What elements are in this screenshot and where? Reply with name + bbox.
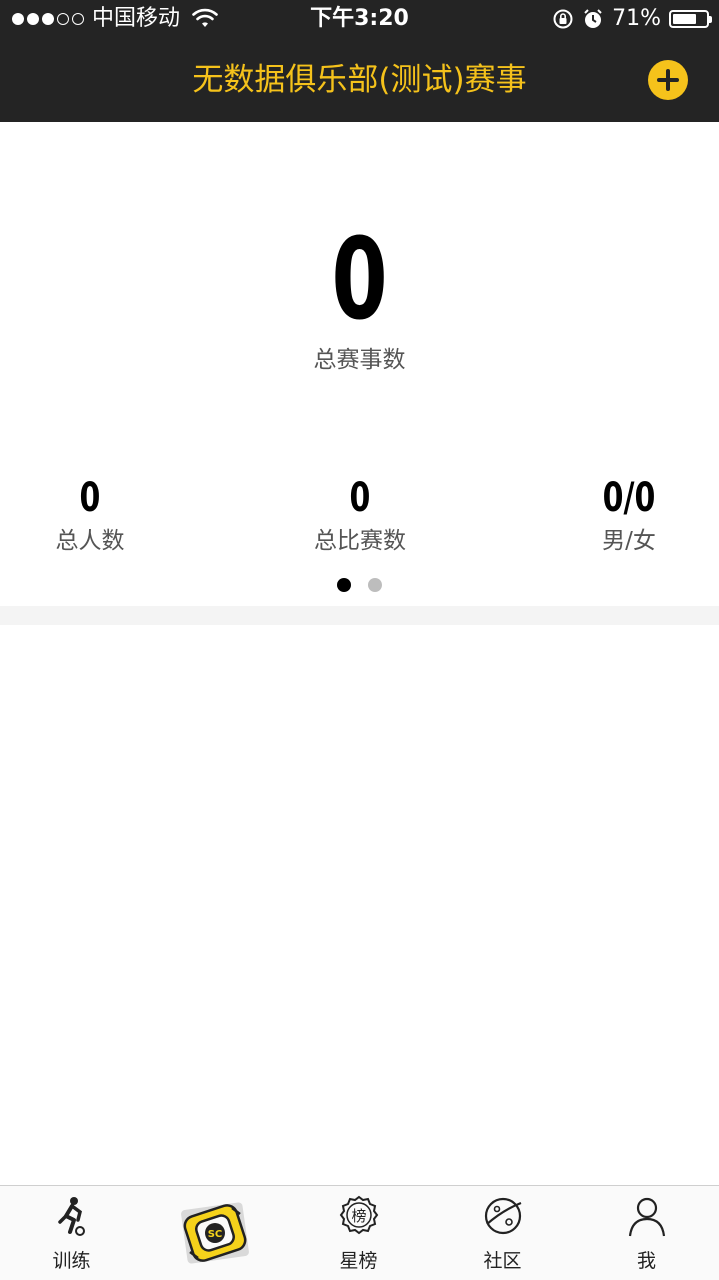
tab-me[interactable]: 我 [575, 1186, 718, 1280]
svg-text:榜: 榜 [351, 1207, 366, 1225]
battery-percent: 71% [612, 6, 661, 31]
planet-icon [484, 1197, 521, 1235]
soccer-player-icon [57, 1197, 85, 1236]
battery-level [673, 14, 696, 24]
club-logo-icon[interactable]: SC [178, 1196, 252, 1270]
section-divider [0, 606, 719, 625]
status-bar: 中国移动 下午3:20 71% [0, 0, 719, 40]
ranking-badge-icon: 榜 [339, 1195, 378, 1235]
add-event-button[interactable] [648, 60, 688, 100]
total-events-value: 0 [331, 215, 388, 345]
total-events-label: 总赛事数 [313, 347, 406, 373]
tab-training[interactable]: 训练 [0, 1186, 143, 1280]
gender-ratio-value: 0/0 [602, 475, 656, 521]
total-people-label: 总人数 [55, 528, 125, 554]
status-right: 71% [552, 6, 712, 32]
screen: 中国移动 下午3:20 71% 无数据俱乐部(测试)赛事 0 总赛事数 0 总人… [0, 0, 719, 1280]
page-dot-active[interactable] [337, 578, 351, 592]
tab-bar: 训练 榜 星榜 社区 我 [0, 1185, 719, 1280]
tab-ranking[interactable]: 榜 星榜 [287, 1186, 430, 1280]
nav-bar: 无数据俱乐部(测试)赛事 [0, 40, 719, 122]
total-matches-value: 0 [349, 475, 371, 521]
total-people-value: 0 [79, 475, 101, 521]
user-icon [628, 1197, 665, 1237]
rotation-lock-icon [553, 9, 573, 29]
page-title: 无数据俱乐部(测试)赛事 [192, 62, 527, 98]
tab-community-label: 社区 [483, 1250, 522, 1272]
total-matches-stat: 0 总比赛数 [260, 472, 460, 558]
tab-me-label: 我 [636, 1250, 656, 1272]
total-matches-label: 总比赛数 [314, 528, 406, 554]
gender-ratio-stat: 0/0 男/女 [529, 472, 719, 558]
header-area: 中国移动 下午3:20 71% 无数据俱乐部(测试)赛事 [0, 0, 719, 122]
tab-ranking-label: 星榜 [339, 1250, 378, 1272]
alarm-icon [584, 9, 602, 28]
page-indicator[interactable] [337, 578, 382, 592]
svg-text:SC: SC [208, 1229, 223, 1240]
page-dot-inactive[interactable] [368, 578, 382, 592]
tab-training-label: 训练 [52, 1250, 91, 1272]
total-people-stat: 0 总人数 [0, 472, 190, 558]
battery-icon [669, 10, 712, 28]
gender-ratio-label: 男/女 [602, 528, 656, 554]
tab-community[interactable]: 社区 [431, 1186, 574, 1280]
